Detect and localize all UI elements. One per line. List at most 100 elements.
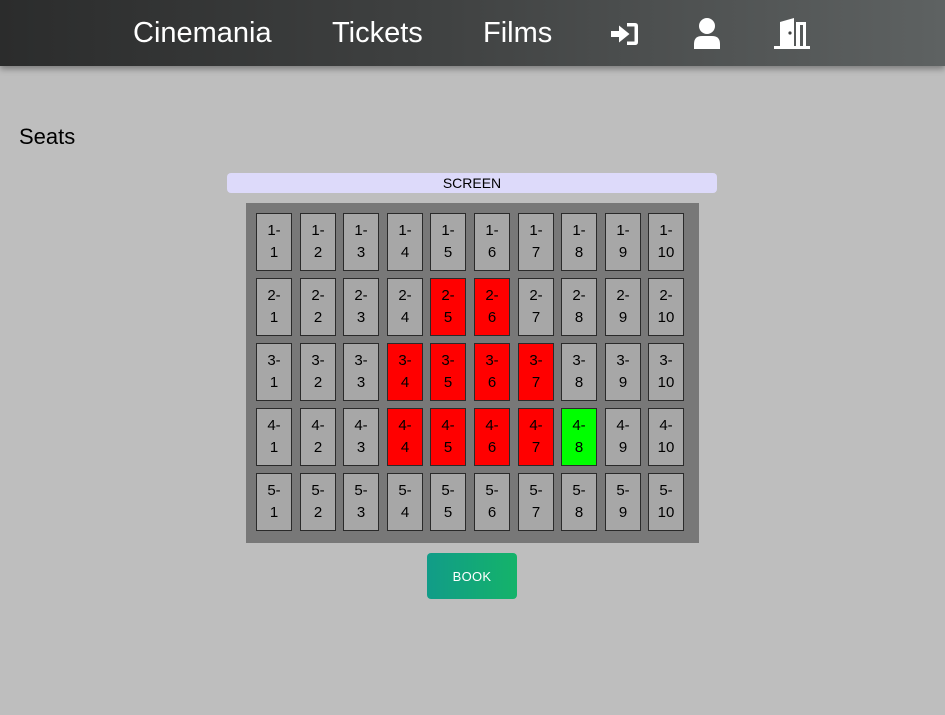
seat-label: 4- 9 [616,417,630,456]
seat-label: 1- 2 [311,222,325,261]
seat-label: 1- 6 [485,222,499,261]
seat-3-6[interactable]: 3- 6 [474,343,510,401]
seat-2-9[interactable]: 2- 9 [605,278,641,336]
seat-label: 3- 10 [657,352,675,391]
seat-label: 4- 1 [267,417,281,456]
seat-2-7[interactable]: 2- 7 [518,278,554,336]
seat-4-4[interactable]: 4- 4 [387,408,423,466]
seat-label: 5- 7 [529,482,543,521]
seat-5-3[interactable]: 5- 3 [343,473,379,531]
seat-label: 3- 9 [616,352,630,391]
seat-label: 2- 1 [267,287,281,326]
seat-4-5[interactable]: 4- 5 [430,408,466,466]
page-title: Seats [19,124,76,149]
seat-label: 5- 3 [354,482,368,521]
seat-2-4[interactable]: 2- 4 [387,278,423,336]
seat-label: 1- 5 [441,222,455,261]
user-icon[interactable] [690,17,724,51]
seat-1-4[interactable]: 1- 4 [387,213,423,271]
seat-label: 1- 4 [398,222,412,261]
seat-4-3[interactable]: 4- 3 [343,408,379,466]
seat-4-10[interactable]: 4- 10 [648,408,684,466]
seat-1-8[interactable]: 1- 8 [561,213,597,271]
seat-label: 1- 9 [616,222,630,261]
seat-4-9[interactable]: 4- 9 [605,408,641,466]
seat-3-1[interactable]: 3- 1 [256,343,292,401]
seat-2-1[interactable]: 2- 1 [256,278,292,336]
seat-label: 4- 6 [485,417,499,456]
seat-1-2[interactable]: 1- 2 [300,213,336,271]
seat-4-2[interactable]: 4- 2 [300,408,336,466]
seat-3-2[interactable]: 3- 2 [300,343,336,401]
seat-label: 5- 1 [267,482,281,521]
seat-label: 4- 10 [657,417,675,456]
seat-label: 3- 1 [267,352,281,391]
seat-1-9[interactable]: 1- 9 [605,213,641,271]
seat-label: 3- 3 [354,352,368,391]
seat-label: 5- 10 [657,482,675,521]
seat-label: 2- 10 [657,287,675,326]
seat-1-5[interactable]: 1- 5 [430,213,466,271]
seat-2-8[interactable]: 2- 8 [561,278,597,336]
seat-label: 4- 5 [441,417,455,456]
seat-5-8[interactable]: 5- 8 [561,473,597,531]
seat-1-6[interactable]: 1- 6 [474,213,510,271]
seat-2-5[interactable]: 2- 5 [430,278,466,336]
seat-4-7[interactable]: 4- 7 [518,408,554,466]
seat-label: 3- 7 [529,352,543,391]
seat-label: 3- 2 [311,352,325,391]
seat-label: 1- 3 [354,222,368,261]
seat-5-4[interactable]: 5- 4 [387,473,423,531]
seat-label: 2- 2 [311,287,325,326]
nav-link-films[interactable]: Films [483,0,552,66]
seat-1-1[interactable]: 1- 1 [256,213,292,271]
seat-3-9[interactable]: 3- 9 [605,343,641,401]
seat-3-4[interactable]: 3- 4 [387,343,423,401]
seat-label: 4- 3 [354,417,368,456]
seat-label: 1- 7 [529,222,543,261]
seat-3-5[interactable]: 3- 5 [430,343,466,401]
seat-label: 1- 8 [572,222,586,261]
seat-5-5[interactable]: 5- 5 [430,473,466,531]
nav-link-tickets[interactable]: Tickets [332,0,423,66]
seat-label: 4- 8 [572,417,586,456]
seat-5-2[interactable]: 5- 2 [300,473,336,531]
seat-label: 1- 10 [657,222,675,261]
login-icon[interactable] [608,17,642,51]
seat-2-2[interactable]: 2- 2 [300,278,336,336]
seat-label: 3- 6 [485,352,499,391]
screen-bar: SCREEN [227,173,717,193]
seat-5-1[interactable]: 5- 1 [256,473,292,531]
seat-label: 5- 9 [616,482,630,521]
seat-5-7[interactable]: 5- 7 [518,473,554,531]
seat-label: 5- 2 [311,482,325,521]
logout-door-icon[interactable] [772,17,812,51]
book-button[interactable]: BOOK [427,553,517,599]
seat-4-6[interactable]: 4- 6 [474,408,510,466]
seat-label: 2- 7 [529,287,543,326]
seat-5-10[interactable]: 5- 10 [648,473,684,531]
seat-label: 1- 1 [267,222,281,261]
seat-label: 5- 4 [398,482,412,521]
nav-brand-cinemania[interactable]: Cinemania [133,0,272,66]
seat-5-9[interactable]: 5- 9 [605,473,641,531]
seat-label: 2- 8 [572,287,586,326]
top-navbar: Cinemania Tickets Films [0,0,945,66]
seat-label: 3- 5 [441,352,455,391]
seat-1-10[interactable]: 1- 10 [648,213,684,271]
seat-2-10[interactable]: 2- 10 [648,278,684,336]
seat-4-8[interactable]: 4- 8 [561,408,597,466]
seat-1-3[interactable]: 1- 3 [343,213,379,271]
seat-3-3[interactable]: 3- 3 [343,343,379,401]
seat-3-8[interactable]: 3- 8 [561,343,597,401]
seat-5-6[interactable]: 5- 6 [474,473,510,531]
seat-3-7[interactable]: 3- 7 [518,343,554,401]
seat-2-3[interactable]: 2- 3 [343,278,379,336]
seat-4-1[interactable]: 4- 1 [256,408,292,466]
seat-grid: 1- 1 1- 2 1- 3 1- 4 1- 5 1- 6 1- 7 1- 8 1- 9 1- 10 2- 1 2- 2 2- 3… [246,203,699,543]
seat-1-7[interactable]: 1- 7 [518,213,554,271]
seat-3-10[interactable]: 3- 10 [648,343,684,401]
seat-label: 4- 2 [311,417,325,456]
seat-label: 2- 5 [441,287,455,326]
seat-2-6[interactable]: 2- 6 [474,278,510,336]
